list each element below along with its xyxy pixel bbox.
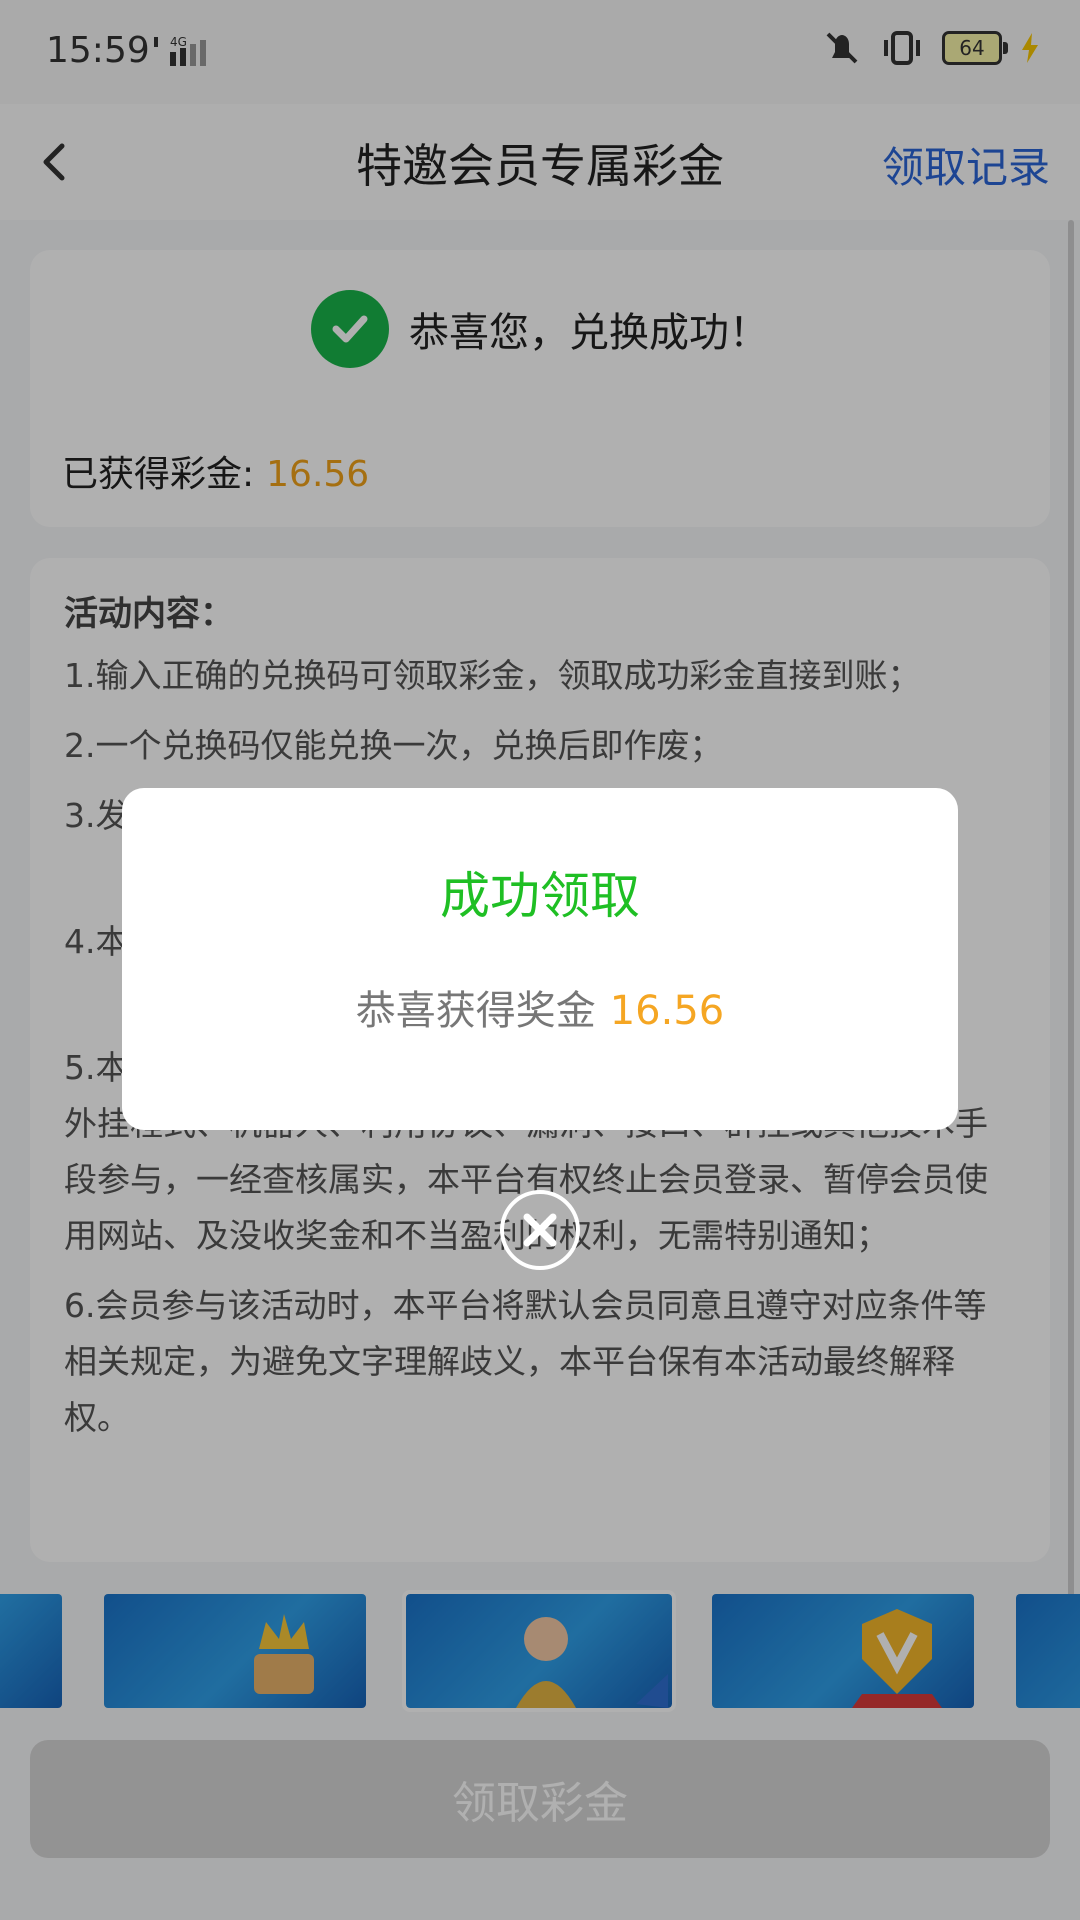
success-modal: 成功领取 恭喜获得奖金 16.56 <box>122 788 958 1130</box>
close-circle-icon[interactable] <box>498 1188 582 1272</box>
modal-message: 恭喜获得奖金 <box>355 988 596 1034</box>
modal-text: 恭喜获得奖金 16.56 <box>122 978 958 1036</box>
modal-amount: 16.56 <box>609 988 725 1034</box>
modal-title: 成功领取 <box>440 867 640 925</box>
